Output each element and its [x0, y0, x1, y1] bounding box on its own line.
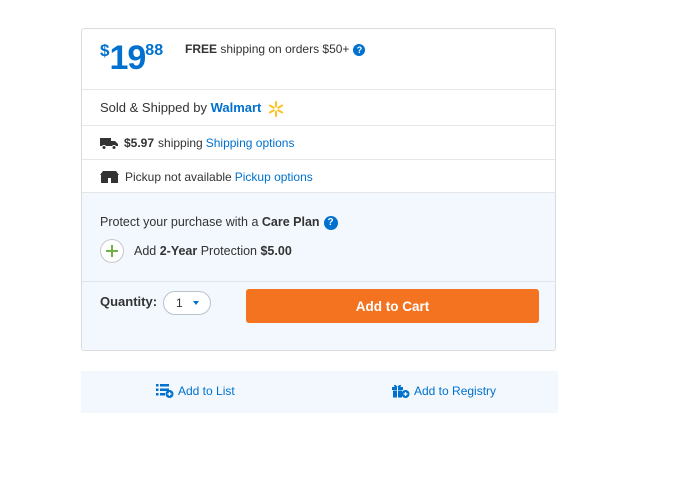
walmart-spark-icon: [268, 100, 284, 117]
care-title-prefix: Protect your purchase with a: [100, 215, 262, 229]
add-to-registry-label: Add to Registry: [414, 384, 497, 398]
sold-by: Sold & Shipped by Walmart: [100, 100, 284, 117]
shipping-row: $5.97 shipping Shipping options: [82, 126, 555, 160]
add-to-registry-link[interactable]: Add to Registry: [392, 384, 496, 398]
pickup-line: Pickup not available Pickup options: [100, 170, 313, 184]
pickup-row: Pickup not available Pickup options: [82, 160, 555, 193]
shipping-line: $5.97 shipping Shipping options: [100, 136, 294, 150]
quantity-select[interactable]: 1: [163, 291, 211, 315]
list-add-icon: [156, 384, 174, 398]
quantity-value: 1: [176, 296, 183, 310]
plus-circle-icon[interactable]: [100, 239, 124, 263]
add-protection-option[interactable]: Add 2-Year Protection $5.00: [100, 239, 292, 263]
free-label: FREE: [185, 42, 218, 56]
quantity-label: Quantity:: [100, 294, 158, 309]
add-to-cart-button[interactable]: Add to Cart: [246, 289, 539, 323]
free-shipping-note: FREE shipping on orders $50+?: [185, 42, 366, 56]
price: $1988: [100, 39, 163, 78]
care-plan-label: Care Plan: [261, 215, 320, 229]
chevron-down-icon: [193, 301, 199, 305]
question-circle-icon[interactable]: ?: [353, 43, 366, 56]
add-to-list-link[interactable]: Add to List: [156, 384, 235, 398]
truck-icon: [100, 137, 118, 150]
store-icon: [100, 171, 119, 183]
sold-by-row: Sold & Shipped by Walmart: [82, 90, 555, 126]
add-to-list-label: Add to List: [178, 384, 235, 398]
pickup-options-link[interactable]: Pickup options: [235, 170, 313, 184]
add-protection-label: Add 2-Year Protection $5.00: [134, 244, 292, 258]
care-plan-section: Protect your purchase with a Care Plan? …: [82, 193, 555, 350]
seller-name[interactable]: Walmart: [211, 100, 262, 115]
list-registry-bar: Add to List Add to Registry: [81, 371, 558, 413]
divider: [82, 281, 555, 282]
buy-box: $1988 FREE shipping on orders $50+? Sold…: [81, 28, 556, 351]
care-plan-title: Protect your purchase with a Care Plan?: [100, 215, 338, 230]
protection-text: Protection: [197, 244, 261, 258]
shipping-text: shipping: [158, 136, 203, 150]
price-cents: 88: [145, 42, 164, 59]
shipping-cost: $5.97: [124, 136, 155, 150]
sold-by-prefix: Sold & Shipped by: [100, 100, 211, 115]
gift-add-icon: [392, 384, 410, 398]
protection-term: 2-Year: [159, 244, 198, 258]
pickup-text: Pickup not available: [125, 170, 232, 184]
price-dollars: 19: [109, 39, 146, 77]
price-row: $1988 FREE shipping on orders $50+?: [82, 29, 555, 90]
shipping-options-link[interactable]: Shipping options: [206, 136, 295, 150]
question-circle-icon[interactable]: ?: [323, 215, 338, 230]
protection-price: $5.00: [260, 244, 292, 258]
add-prefix: Add: [134, 244, 160, 258]
price-currency: $: [100, 41, 110, 60]
free-shipping-text: shipping on orders $50+: [217, 42, 350, 56]
